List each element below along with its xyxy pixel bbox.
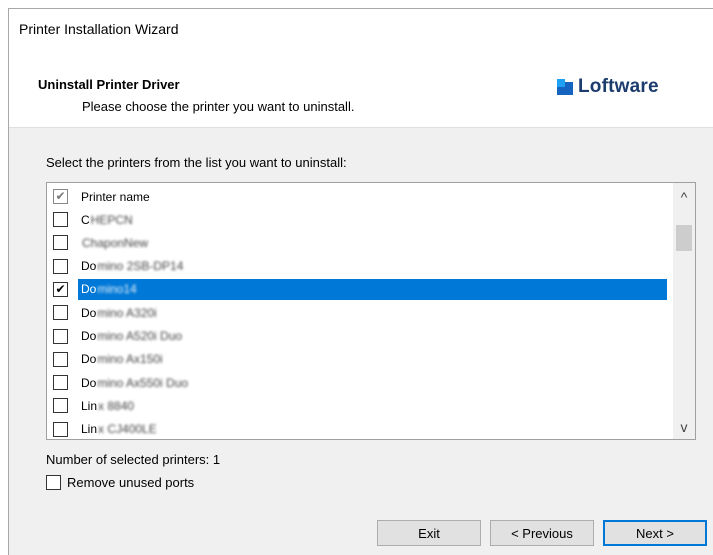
printer-checkbox[interactable] xyxy=(53,212,68,227)
page-title: Uninstall Printer Driver xyxy=(38,77,180,92)
list-header-row[interactable]: ✔ Printer name xyxy=(47,185,667,208)
printer-name-obscured: mino A520i Duo xyxy=(97,329,183,343)
printer-name[interactable]: Domino Ax150i xyxy=(78,352,163,366)
printer-name-obscured: mino 2SB-DP14 xyxy=(97,259,184,274)
printer-name[interactable]: Domino 2SB-DP14 xyxy=(78,259,183,273)
printer-checkbox[interactable] xyxy=(53,328,68,344)
title-bar: Printer Installation Wizard xyxy=(9,9,713,43)
printer-checkbox[interactable] xyxy=(53,398,68,414)
printer-row[interactable]: Domino Ax550i Duo xyxy=(47,371,667,394)
wizard-header: Uninstall Printer Driver Please choose t… xyxy=(9,43,713,127)
selected-count: Number of selected printers: 1 xyxy=(46,452,221,467)
printer-name[interactable]: Linx CJ400LE xyxy=(78,422,157,436)
printer-name-prefix: C xyxy=(81,212,90,227)
printer-checkbox[interactable] xyxy=(53,305,68,321)
printer-name-prefix: Lin xyxy=(81,422,98,437)
printer-name-prefix: Do xyxy=(81,329,97,343)
printer-name-prefix: Do xyxy=(81,282,97,297)
printer-name-prefix: Lin xyxy=(81,398,98,413)
printer-name[interactable]: CHEPCN xyxy=(78,213,133,227)
printer-name-obscured: mino Ax550i Duo xyxy=(97,375,189,390)
scroll-thumb[interactable] xyxy=(676,225,692,251)
vertical-scrollbar[interactable]: ^ v xyxy=(673,183,695,439)
scroll-down-icon[interactable]: v xyxy=(673,417,695,437)
logo-text: Loftware xyxy=(578,76,659,97)
printer-row[interactable]: Linx CJ400LE xyxy=(47,418,667,439)
window-title: Printer Installation Wizard xyxy=(19,21,179,37)
loftware-logo-icon xyxy=(557,79,573,95)
scroll-up-icon[interactable]: ^ xyxy=(673,187,695,207)
list-prompt: Select the printers from the list you wa… xyxy=(46,155,347,170)
printer-checkbox[interactable] xyxy=(53,421,68,437)
printer-name-prefix: Do xyxy=(81,375,97,390)
printer-name[interactable]: ChaponNew xyxy=(78,236,148,250)
printer-checkbox[interactable] xyxy=(53,235,68,251)
printer-name[interactable]: Domino14 xyxy=(78,282,137,297)
select-all-checkbox[interactable]: ✔ xyxy=(53,189,68,204)
previous-button[interactable]: < Previous xyxy=(490,520,594,546)
printer-name-prefix: Do xyxy=(81,259,97,274)
printer-row[interactable]: Domino Ax150i xyxy=(47,348,667,371)
printer-row[interactable]: Domino A320i xyxy=(47,301,667,324)
next-button[interactable]: Next > xyxy=(603,520,707,546)
remove-ports-option[interactable]: Remove unused ports xyxy=(46,475,194,490)
printer-name-obscured: x CJ400LE xyxy=(98,422,157,437)
printer-name-obscured: mino A320i xyxy=(97,305,157,320)
remove-ports-checkbox[interactable] xyxy=(46,475,61,490)
page-subtitle: Please choose the printer you want to un… xyxy=(82,99,355,114)
column-header-printer-name[interactable]: Printer name xyxy=(78,190,150,204)
printer-name-obscured: x 8840 xyxy=(98,398,135,413)
printer-checkbox[interactable] xyxy=(53,375,68,391)
printer-checkbox[interactable]: ✔ xyxy=(53,281,68,297)
printer-name[interactable]: Domino Ax550i Duo xyxy=(78,376,188,390)
remove-ports-label[interactable]: Remove unused ports xyxy=(67,475,194,490)
printer-name[interactable]: Domino A520i Duo xyxy=(78,329,182,343)
printer-checkbox[interactable] xyxy=(53,351,68,367)
printer-name[interactable]: Linx 8840 xyxy=(78,399,134,413)
header-divider xyxy=(9,127,713,128)
printer-row[interactable]: Linx 8840 xyxy=(47,394,667,417)
printer-row[interactable]: CHEPCN xyxy=(47,208,667,231)
printer-name[interactable]: Domino A320i xyxy=(78,306,157,320)
printer-name-obscured: mino14 xyxy=(97,282,137,297)
printer-row[interactable]: ✔ Domino14 xyxy=(47,278,667,301)
loftware-logo: Loftware xyxy=(557,74,659,100)
exit-button[interactable]: Exit xyxy=(377,520,481,546)
printer-name-obscured: mino Ax150i xyxy=(97,352,163,367)
printer-name-prefix: Do xyxy=(81,305,97,320)
wizard-window: Printer Installation Wizard Uninstall Pr… xyxy=(8,8,713,555)
printer-name-obscured: ChaponNew xyxy=(82,235,149,250)
printer-row[interactable]: ChaponNew xyxy=(47,231,667,254)
printer-name-prefix: Do xyxy=(81,352,97,367)
printer-list[interactable]: ✔ Printer name ^ v CHEPCN ChaponNew Domino… xyxy=(46,182,696,440)
printer-row[interactable]: Domino A520i Duo xyxy=(47,325,667,348)
printer-row[interactable]: Domino 2SB-DP14 xyxy=(47,255,667,278)
printer-checkbox[interactable] xyxy=(53,258,68,274)
printer-name-obscured: HEPCN xyxy=(90,212,133,227)
